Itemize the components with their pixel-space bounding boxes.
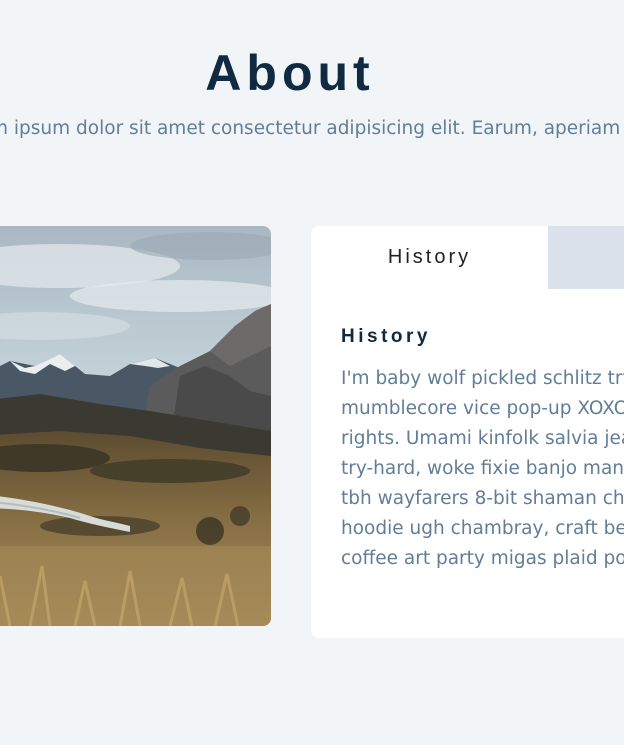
mountain-landscape-image bbox=[0, 226, 271, 626]
tab-content-line: tbh wayfarers 8-bit shaman ch bbox=[341, 488, 624, 509]
about-tabs-card: History History I'm baby wolf pickled sc… bbox=[311, 226, 624, 638]
tab-content-line: mumblecore vice pop-up XOXO bbox=[341, 398, 624, 419]
tab-bar: History bbox=[311, 226, 624, 289]
page-title: About bbox=[205, 45, 375, 101]
landscape-photo-illustration bbox=[0, 226, 271, 626]
section-subtitle: m ipsum dolor sit amet consectetur adipi… bbox=[0, 118, 621, 139]
tab-next[interactable] bbox=[548, 226, 624, 289]
tab-content-line: I'm baby wolf pickled schlitz try bbox=[341, 368, 624, 389]
tab-content-text: I'm baby wolf pickled schlitz try mumble… bbox=[341, 364, 624, 574]
tab-content-line: rights. Umami kinfolk salvia jea bbox=[341, 428, 624, 449]
tab-history[interactable]: History bbox=[311, 226, 548, 289]
tab-content-line: try-hard, woke fixie banjo man bbox=[341, 458, 624, 479]
about-section: About m ipsum dolor sit amet consectetur… bbox=[0, 0, 624, 745]
tab-content-title: History bbox=[341, 326, 431, 347]
tab-content-line: hoodie ugh chambray, craft be bbox=[341, 518, 624, 539]
tab-content-line: coffee art party migas plaid po bbox=[341, 548, 624, 569]
